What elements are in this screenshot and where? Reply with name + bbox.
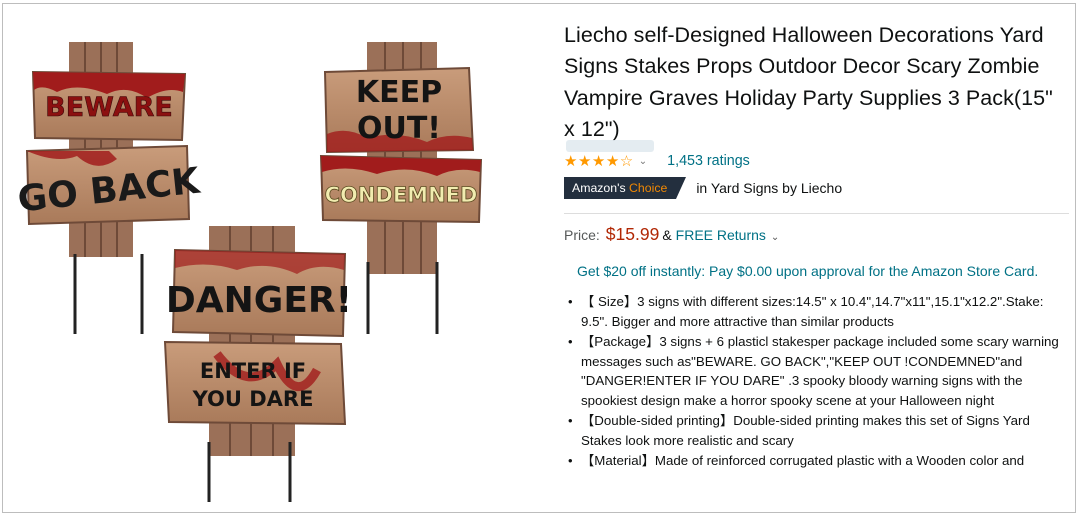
feature-bullet: 【Double-sided printing】Double-sided prin…	[564, 411, 1069, 451]
choice-category-text: in Yard Signs by Liecho	[696, 180, 843, 197]
store-card-promo-link[interactable]: Get $20 off instantly: Pay $0.00 upon ap…	[577, 263, 1069, 279]
rating-row: ★★★★☆ ⌄ 1,453 ratings	[564, 140, 1069, 172]
sign-danger: DANGER! ENTER IF YOU DARE	[163, 226, 352, 502]
feature-bullets: 【 Size】3 signs with different sizes:14.5…	[564, 292, 1069, 470]
chevron-down-icon[interactable]: ⌄	[639, 156, 647, 167]
sign-text-enter-if: ENTER IF	[200, 359, 306, 383]
badge-prefix: Amazon's	[572, 181, 630, 196]
ratings-count-link[interactable]: 1,453 ratings	[667, 153, 750, 169]
divider	[564, 213, 1069, 215]
star-rating-icon[interactable]: ★★★★☆	[564, 152, 634, 170]
sign-text-you-dare: YOU DARE	[192, 387, 314, 411]
product-title[interactable]: Liecho self-Designed Halloween Decoratio…	[564, 20, 1069, 145]
sign-text-out: OUT!	[357, 111, 441, 146]
amazons-choice-badge[interactable]: Amazon's Choice	[564, 177, 687, 200]
free-returns-link[interactable]: FREE Returns	[676, 227, 766, 243]
price-amount: $15.99	[605, 224, 660, 245]
price-amp: &	[662, 227, 672, 244]
product-image[interactable]: BEWARE GO BACK KEEP OUT! CONDEMNED DANGE…	[16, 34, 517, 504]
sign-text-beware: BEWARE	[45, 92, 173, 123]
chevron-down-icon[interactable]: ⌄	[771, 232, 779, 243]
product-image-svg: BEWARE GO BACK KEEP OUT! CONDEMNED DANGE…	[16, 42, 483, 502]
feature-bullet: 【 Size】3 signs with different sizes:14.5…	[564, 292, 1069, 332]
feature-bullet: 【Material】Made of reinforced corrugated …	[564, 451, 1069, 471]
product-details: Liecho self-Designed Halloween Decoratio…	[564, 20, 1069, 470]
sign-text-condemned: CONDEMNED	[325, 183, 478, 207]
sign-text-danger: DANGER!	[166, 280, 352, 321]
amazons-choice-row: Amazon's Choice in Yard Signs by Liecho	[564, 177, 1069, 200]
sign-text-keep: KEEP	[356, 75, 442, 110]
feature-bullet: 【Package】3 signs + 6 plasticl stakesper …	[564, 332, 1069, 411]
redacted-area	[566, 140, 654, 153]
price-label: Price:	[564, 227, 600, 244]
badge-accent: Choice	[629, 181, 668, 196]
product-panel: BEWARE GO BACK KEEP OUT! CONDEMNED DANGE…	[2, 3, 1076, 513]
price-row: Price: $15.99 & FREE Returns ⌄	[564, 224, 1069, 245]
